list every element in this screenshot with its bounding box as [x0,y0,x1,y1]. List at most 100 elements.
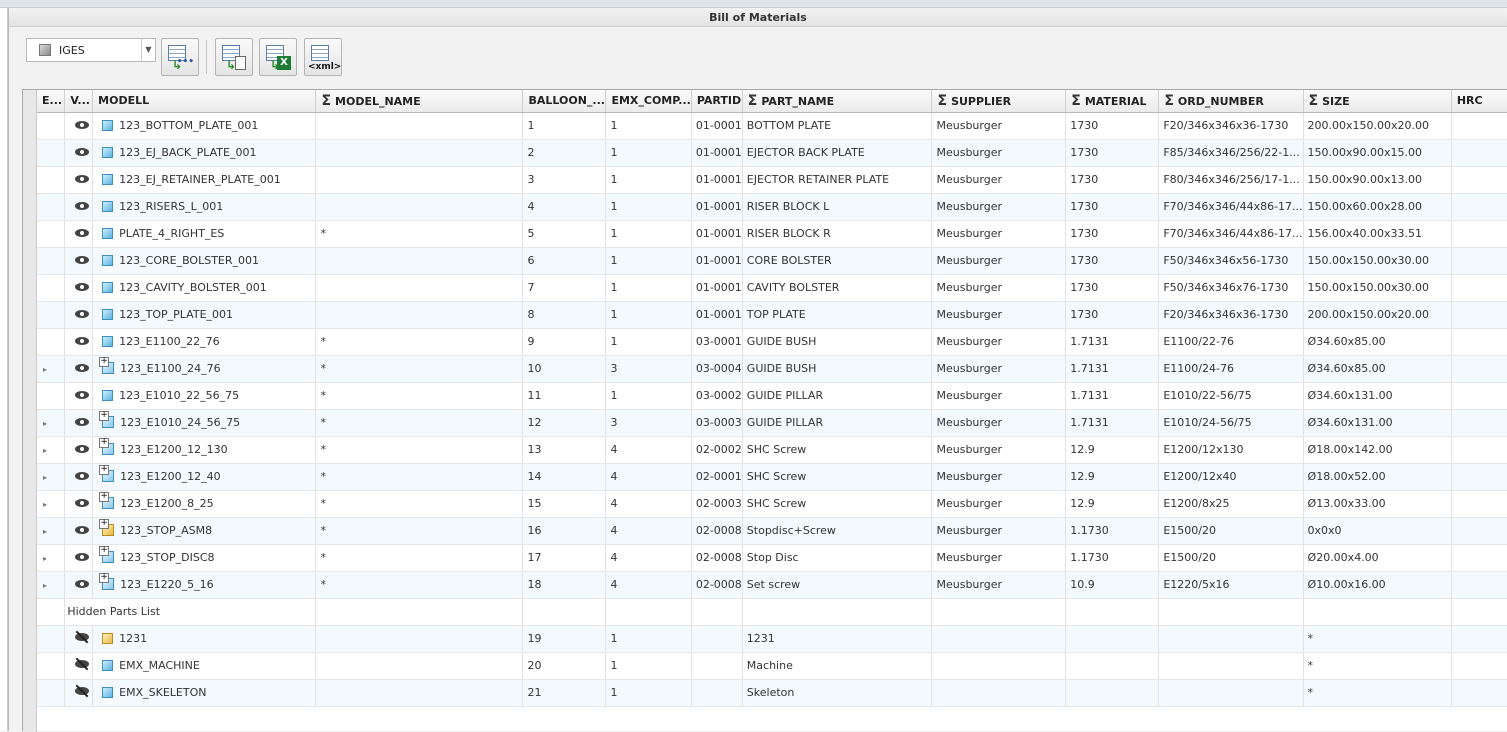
expand-cell[interactable] [37,328,66,356]
eye-hidden-icon[interactable] [74,657,90,671]
eye-icon[interactable] [75,364,90,372]
col-header-e[interactable]: E... [37,90,66,113]
eye-icon[interactable] [75,472,90,480]
eye-icon[interactable] [75,229,90,237]
visibility-cell[interactable] [64,571,94,599]
visibility-cell[interactable] [64,355,94,383]
format-select[interactable]: IGES ▼ [26,38,156,62]
visibility-cell[interactable] [64,328,94,356]
eye-icon[interactable] [75,121,90,129]
expand-cell[interactable] [37,301,66,329]
eye-icon[interactable] [75,580,90,588]
table-row[interactable]: 123_BOTTOM_PLATE_001 1 1 01-0001 BOTTOM PLAT… [37,112,1507,140]
eye-icon[interactable] [75,418,90,426]
eye-icon[interactable] [75,256,90,264]
expand-cell[interactable] [37,247,66,275]
table-row[interactable]: ▸ 123_STOP_DISC8 *17402-0008Stop DiscMeusb… [37,544,1507,572]
expand-cell[interactable]: ▸ [37,409,66,437]
col-header-supplier[interactable]: Σ SUPPLIER [931,90,1067,113]
expand-arrow-icon[interactable]: ▸ [43,500,47,509]
visibility-cell[interactable] [64,220,94,248]
export-document-button[interactable]: ↳ [215,38,253,76]
table-row[interactable]: ▸ 123_E1200_12_130 *13402-0002SHC ScrewMeu… [37,436,1507,464]
visibility-cell[interactable] [64,301,94,329]
eye-icon[interactable] [75,553,90,561]
visibility-cell[interactable] [64,517,94,545]
table-row[interactable]: 123_EJ_RETAINER_PLATE_001 3 1 01-0001 EJECTO… [37,166,1507,194]
expand-cell[interactable]: ▸ [37,355,66,383]
visibility-cell[interactable] [64,625,94,653]
visibility-cell[interactable] [64,490,94,518]
col-header-hrc[interactable]: HRC [1451,90,1507,113]
table-row[interactable]: 123_E1010_22_56_75 * 11 1 03-0002 GUIDE PILLA… [37,382,1507,410]
visibility-cell[interactable] [64,139,94,167]
export-xml-button[interactable]: <xml> [304,38,342,76]
eye-icon[interactable] [75,283,90,291]
table-row[interactable]: 123_EJ_BACK_PLATE_001 2 1 01-0001 EJECTOR BA… [37,139,1507,167]
export-excel-button[interactable]: ↳ X [259,38,297,76]
eye-hidden-icon[interactable] [74,684,90,698]
eye-icon[interactable] [75,526,90,534]
table-row[interactable]: ▸ 123_E1220_5_16 *18402-0008Set screwMeusb… [37,571,1507,599]
eye-hidden-icon[interactable] [74,630,90,644]
eye-icon[interactable] [75,310,90,318]
visibility-cell[interactable] [64,274,94,302]
export-table-button[interactable]: ↳ ••• [161,38,199,76]
visibility-cell[interactable] [64,382,94,410]
expand-cell[interactable] [37,139,66,167]
col-header-model-name[interactable]: Σ MODEL_NAME [315,90,524,113]
expand-cell[interactable] [37,166,66,194]
expand-cell[interactable]: ▸ [37,571,66,599]
table-row[interactable]: ▸ 123_E1100_24_76 *10303-0004GUIDE BUSHMeu… [37,355,1507,383]
col-header-part-name[interactable]: Σ PART_NAME [742,90,933,113]
col-header-partid[interactable]: PARTID [691,90,743,113]
expand-cell[interactable]: ▸ [37,544,66,572]
visibility-cell[interactable] [64,193,94,221]
table-row[interactable]: ▸ 123_STOP_ASM8 *16402-0008Stopdisc+ScrewM… [37,517,1507,545]
eye-icon[interactable] [75,148,90,156]
eye-icon[interactable] [75,202,90,210]
expand-arrow-icon[interactable]: ▸ [43,365,47,374]
expand-cell[interactable] [37,220,66,248]
expand-arrow-icon[interactable]: ▸ [43,446,47,455]
expand-cell[interactable] [37,274,66,302]
table-row[interactable]: 123_CAVITY_BOLSTER_001 7 1 01-0001 CAVITY BO… [37,274,1507,302]
table-row[interactable]: ▸ 123_E1010_24_56_75 *12303-0003GUIDE PILL… [37,409,1507,437]
visibility-cell[interactable] [64,679,94,707]
table-row[interactable]: 123_TOP_PLATE_001 8 1 01-0001 TOP PLATE Meusb… [37,301,1507,329]
hidden-table-row[interactable]: EMX_MACHINE 20 1 Machine * [37,652,1507,680]
col-header-emx-comp[interactable]: EMX_COMP... [605,90,692,113]
visibility-cell[interactable] [64,544,94,572]
expand-cell[interactable]: ▸ [37,490,66,518]
expand-cell[interactable]: ▸ [37,463,66,491]
eye-icon[interactable] [75,499,90,507]
eye-icon[interactable] [75,337,90,345]
eye-icon[interactable] [75,445,90,453]
table-row[interactable]: PLATE_4_RIGHT_ES * 5 1 01-0001 RISER BLOCK RM… [37,220,1507,248]
expand-arrow-icon[interactable]: ▸ [43,419,47,428]
table-row[interactable]: ▸ 123_E1200_12_40 *14402-0001SHC ScrewMeus… [37,463,1507,491]
expand-arrow-icon[interactable]: ▸ [43,473,47,482]
visibility-cell[interactable] [64,463,94,491]
col-header-modell[interactable]: MODELL [92,90,317,113]
expand-cell[interactable]: ▸ [37,517,66,545]
chevron-down-icon[interactable]: ▼ [141,39,155,61]
hidden-table-row[interactable]: EMX_SKELETON 21 1 Skeleton * [37,679,1507,707]
col-header-material[interactable]: Σ MATERIAL [1065,90,1160,113]
expand-cell[interactable] [37,112,66,140]
expand-cell[interactable] [37,193,66,221]
col-header-v[interactable]: V... [64,90,94,113]
eye-icon[interactable] [75,175,90,183]
table-row[interactable]: ▸ 123_E1200_8_25 *15402-0003SHC ScrewMeusb… [37,490,1507,518]
col-header-balloon[interactable]: BALLOON_... [522,90,607,113]
col-header-size[interactable]: Σ SIZE [1303,90,1452,113]
visibility-cell[interactable] [64,112,94,140]
table-row[interactable]: 123_CORE_BOLSTER_001 6 1 01-0001 CORE BOLSTE… [37,247,1507,275]
expand-arrow-icon[interactable]: ▸ [43,581,47,590]
expand-cell[interactable] [37,382,66,410]
visibility-cell[interactable] [64,652,94,680]
expand-arrow-icon[interactable]: ▸ [43,554,47,563]
table-row[interactable]: 123_RISERS_L_001 4 1 01-0001 RISER BLOCK L Me… [37,193,1507,221]
visibility-cell[interactable] [64,409,94,437]
col-header-ord-number[interactable]: Σ ORD_NUMBER [1158,90,1304,113]
